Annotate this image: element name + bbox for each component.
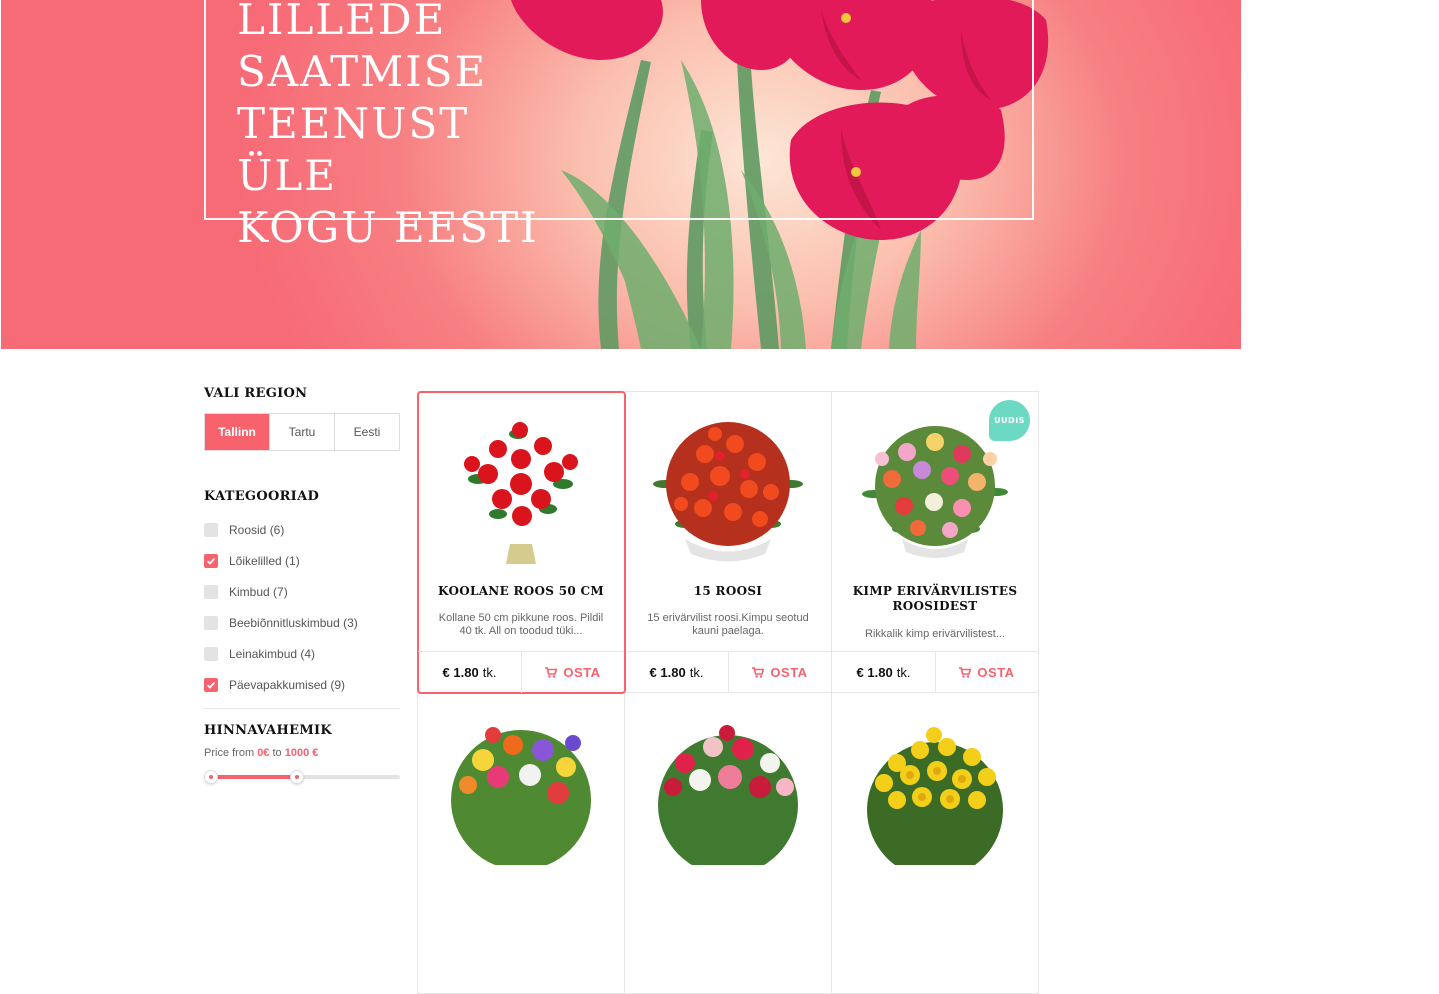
product-footer: € 1.80 tk. OSTA bbox=[832, 651, 1038, 693]
price-slider[interactable] bbox=[204, 770, 400, 784]
region-heading: VALI REGION bbox=[204, 386, 308, 401]
buy-label: OSTA bbox=[977, 665, 1015, 680]
price-value: € 1.80 bbox=[649, 665, 686, 680]
category-label: Kimbud (7) bbox=[229, 584, 288, 599]
hero-title-line: KOGU EESTI bbox=[237, 203, 539, 252]
product-title[interactable]: 15 ROOSI bbox=[635, 584, 821, 599]
product-price: € 1.80 tk. bbox=[625, 652, 729, 693]
product-card[interactable]: 15 ROOSI 15 erivärvilist roosi.Kimpu seo… bbox=[625, 392, 832, 693]
buy-button[interactable]: OSTA bbox=[936, 652, 1038, 693]
region-selector: Tallinn Tartu Eesti bbox=[204, 413, 400, 451]
buy-label: OSTA bbox=[770, 665, 808, 680]
product-image[interactable] bbox=[645, 404, 811, 564]
price-unit: tk. bbox=[689, 665, 704, 680]
product-image[interactable] bbox=[852, 705, 1018, 865]
category-checkbox[interactable] bbox=[204, 584, 218, 599]
price-slider-min-handle[interactable] bbox=[204, 770, 218, 784]
hero-banner: LILLEDE SAATMISE TEENUST ÜLE KOGU EESTI bbox=[1, 0, 1241, 349]
checkmark-icon bbox=[206, 681, 216, 689]
category-list: Roosid (6) Lõikelilled (1) Kimbud (7) Be… bbox=[204, 514, 400, 700]
product-image[interactable] bbox=[852, 404, 1018, 564]
region-tab-tartu[interactable]: Tartu bbox=[269, 414, 334, 450]
product-card[interactable]: KOOLANE ROOS 50 CM Kollane 50 cm pikkune… bbox=[417, 391, 626, 694]
price-prefix: Price from bbox=[204, 747, 255, 759]
product-title[interactable]: KIMP ERIVÄRVILISTES ROOSIDEST bbox=[842, 584, 1028, 614]
category-checkbox[interactable] bbox=[204, 646, 218, 661]
hero-title: LILLEDE SAATMISE TEENUST ÜLE KOGU EESTI bbox=[237, 0, 567, 254]
hero-title-line: TEENUST ÜLE bbox=[237, 99, 470, 200]
product-card[interactable] bbox=[625, 693, 832, 994]
buy-label: OSTA bbox=[563, 665, 601, 680]
product-grid: KOOLANE ROOS 50 CM Kollane 50 cm pikkune… bbox=[417, 391, 1039, 994]
cart-icon bbox=[959, 667, 972, 678]
category-label: Leinakimbud (4) bbox=[229, 646, 316, 661]
region-tab-tallinn[interactable]: Tallinn bbox=[205, 414, 269, 450]
category-checkbox[interactable] bbox=[204, 615, 218, 630]
product-card[interactable]: UUDIS KIMP ERIVÄRVILISTES ROOSIDEST Rikk… bbox=[832, 392, 1039, 693]
category-checkbox[interactable] bbox=[204, 677, 218, 692]
category-item-loikelilled[interactable]: Lõikelilled (1) bbox=[204, 545, 400, 576]
category-label: Päevapakkumised (9) bbox=[229, 677, 346, 692]
product-price: € 1.80 tk. bbox=[418, 652, 522, 693]
category-checkbox[interactable] bbox=[204, 522, 218, 537]
category-checkbox[interactable] bbox=[204, 553, 218, 568]
category-label: Beebiõnnitluskimbud (3) bbox=[229, 615, 358, 630]
product-image[interactable] bbox=[645, 705, 811, 865]
hero-title-line: SAATMISE bbox=[237, 47, 488, 96]
category-item-roosid[interactable]: Roosid (6) bbox=[204, 514, 400, 545]
price-range-text: Price from 0€ to 1000 € bbox=[204, 747, 400, 759]
hero-title-line: LILLEDE bbox=[237, 0, 447, 44]
product-card[interactable] bbox=[418, 693, 625, 994]
price-to: to bbox=[272, 747, 282, 759]
region-tab-eesti[interactable]: Eesti bbox=[334, 414, 399, 450]
price-max: 1000 € bbox=[284, 747, 319, 759]
category-item-beebionnitluskimbud[interactable]: Beebiõnnitluskimbud (3) bbox=[204, 607, 400, 638]
product-price: € 1.80 tk. bbox=[832, 652, 936, 693]
product-card[interactable] bbox=[832, 693, 1039, 994]
price-unit: tk. bbox=[896, 665, 911, 680]
category-item-leinakimbud[interactable]: Leinakimbud (4) bbox=[204, 638, 400, 669]
product-image[interactable] bbox=[438, 705, 604, 865]
product-title[interactable]: KOOLANE ROOS 50 CM bbox=[428, 584, 614, 599]
price-unit: tk. bbox=[482, 665, 497, 680]
price-value: € 1.80 bbox=[442, 665, 479, 680]
category-item-paevapakkumised[interactable]: Päevapakkumised (9) bbox=[204, 669, 400, 700]
product-description: 15 erivärvilist roosi.Kimpu seotud kauni… bbox=[647, 612, 809, 637]
product-description: Kollane 50 cm pikkune roos. Pildil 40 tk… bbox=[438, 612, 604, 637]
buy-button[interactable]: OSTA bbox=[729, 652, 831, 693]
checkmark-icon bbox=[206, 557, 216, 565]
categories-heading: KATEGOORIAD bbox=[204, 489, 320, 504]
product-description: Rikkalik kimp erivärvilistest... bbox=[865, 628, 1005, 640]
price-heading: HINNAVAHEMIK bbox=[204, 723, 332, 738]
product-footer: € 1.80 tk. OSTA bbox=[625, 651, 831, 693]
filter-sidebar: VALI REGION Tallinn Tartu Eesti KATEGOOR… bbox=[204, 386, 400, 784]
category-label: Lõikelilled (1) bbox=[229, 553, 300, 568]
cart-icon bbox=[752, 667, 765, 678]
product-footer: € 1.80 tk. OSTA bbox=[418, 651, 624, 693]
price-slider-max-handle[interactable] bbox=[290, 770, 304, 784]
product-image[interactable] bbox=[438, 404, 604, 564]
buy-button[interactable]: OSTA bbox=[522, 652, 624, 693]
divider bbox=[204, 708, 400, 709]
category-label: Roosid (6) bbox=[229, 522, 285, 537]
price-min: 0€ bbox=[257, 747, 270, 759]
cart-icon bbox=[545, 667, 558, 678]
price-value: € 1.80 bbox=[856, 665, 893, 680]
category-item-kimbud[interactable]: Kimbud (7) bbox=[204, 576, 400, 607]
price-slider-fill bbox=[210, 775, 296, 779]
